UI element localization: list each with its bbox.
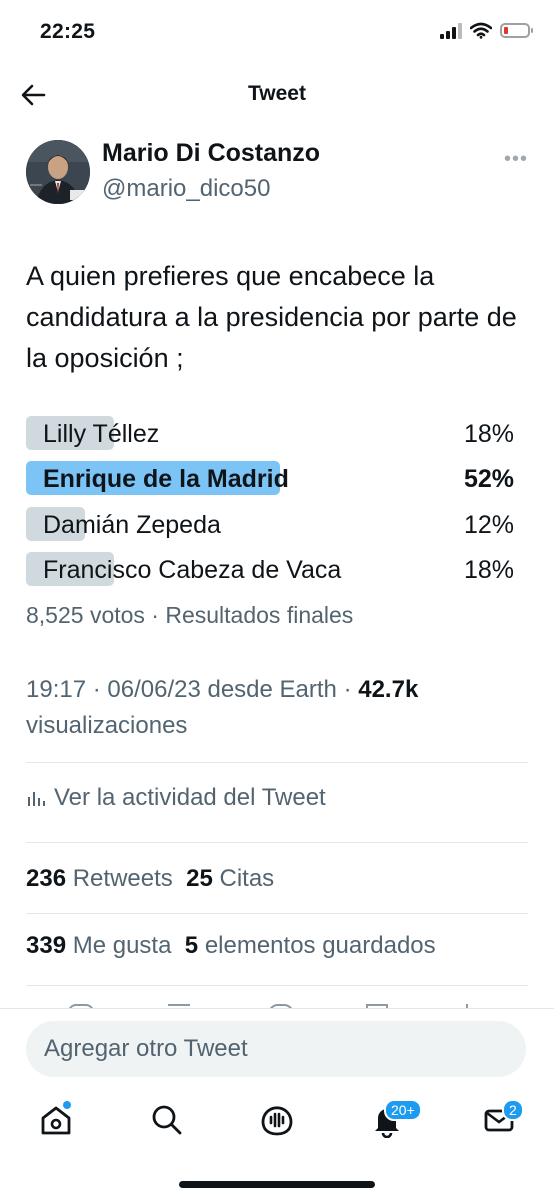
- poll-option-label: Lilly Téllez: [43, 420, 160, 448]
- poll-option-label: Francisco Cabeza de Vaca: [43, 556, 342, 584]
- spaces-icon[interactable]: [259, 1102, 295, 1138]
- divider: [26, 985, 528, 986]
- tweet-actions-row: [0, 996, 554, 1008]
- avatar[interactable]: [26, 140, 90, 204]
- cellular-signal-icon: [440, 22, 462, 39]
- quotes-label: Citas: [219, 865, 275, 892]
- reply-input[interactable]: Agregar otro Tweet: [26, 1021, 526, 1077]
- poll-option: Lilly Téllez 18%: [26, 413, 514, 453]
- status-time: 22:25: [40, 20, 96, 43]
- home-indicator: [179, 1181, 375, 1188]
- divider: [26, 762, 528, 763]
- poll-option-label: Damián Zepeda: [43, 511, 221, 539]
- poll-option: Damián Zepeda 12%: [26, 504, 514, 544]
- analytics-icon: [28, 792, 45, 806]
- views-count: 42.7k: [358, 676, 419, 703]
- page-title: Tweet: [248, 82, 306, 105]
- poll-option-label: Enrique de la Madrid: [43, 465, 289, 493]
- notifications-badge: 20+: [384, 1099, 422, 1121]
- home-unread-dot: [63, 1101, 71, 1109]
- quotes-count: 25: [186, 865, 213, 892]
- more-options-icon[interactable]: •••: [504, 148, 528, 171]
- views-label: visualizaciones: [26, 712, 188, 739]
- bookmarks-count: 5: [184, 932, 199, 959]
- wifi-icon: [470, 22, 492, 39]
- tweet-text: A quien prefieres que encabece la candid…: [26, 261, 517, 373]
- poll-option-percent: 18%: [463, 556, 514, 584]
- author-handle[interactable]: @mario_dico50: [102, 175, 270, 203]
- bookmarks-label: elementos guardados: [204, 932, 436, 959]
- retweets-label: Retweets: [72, 865, 173, 892]
- tweet-timestamp: 19:17 · 06/06/23 desde Earth · 42.7k vis…: [26, 672, 526, 744]
- poll-option: Enrique de la Madrid 52%: [26, 458, 514, 498]
- retweet-stats[interactable]: 236 Retweets 25 Citas: [26, 865, 274, 893]
- likes-label: Me gusta: [72, 932, 172, 959]
- author-name[interactable]: Mario Di Costanzo: [102, 139, 320, 168]
- likes-stats[interactable]: 339 Me gusta 5 elementos guardados: [26, 932, 436, 960]
- divider: [26, 842, 528, 843]
- divider: [26, 913, 528, 914]
- timestamp-text: 19:17 · 06/06/23 desde Earth ·: [26, 676, 359, 703]
- poll-meta: 8,525 votos · Resultados finales: [26, 602, 354, 628]
- poll-option-percent: 52%: [463, 465, 514, 493]
- divider: [0, 1008, 554, 1009]
- retweets-count: 236: [26, 865, 67, 892]
- poll-option-percent: 18%: [463, 420, 514, 448]
- search-icon[interactable]: [149, 1102, 185, 1138]
- view-activity-button[interactable]: Ver la actividad del Tweet: [26, 784, 326, 812]
- status-icons: [440, 22, 533, 39]
- poll-option: Francisco Cabeza de Vaca 18%: [26, 549, 514, 589]
- battery-icon: [500, 23, 533, 38]
- view-activity-label: Ver la actividad del Tweet: [54, 784, 326, 811]
- likes-count: 339: [26, 932, 67, 959]
- poll-option-percent: 12%: [463, 511, 514, 539]
- messages-badge: 2: [502, 1099, 524, 1121]
